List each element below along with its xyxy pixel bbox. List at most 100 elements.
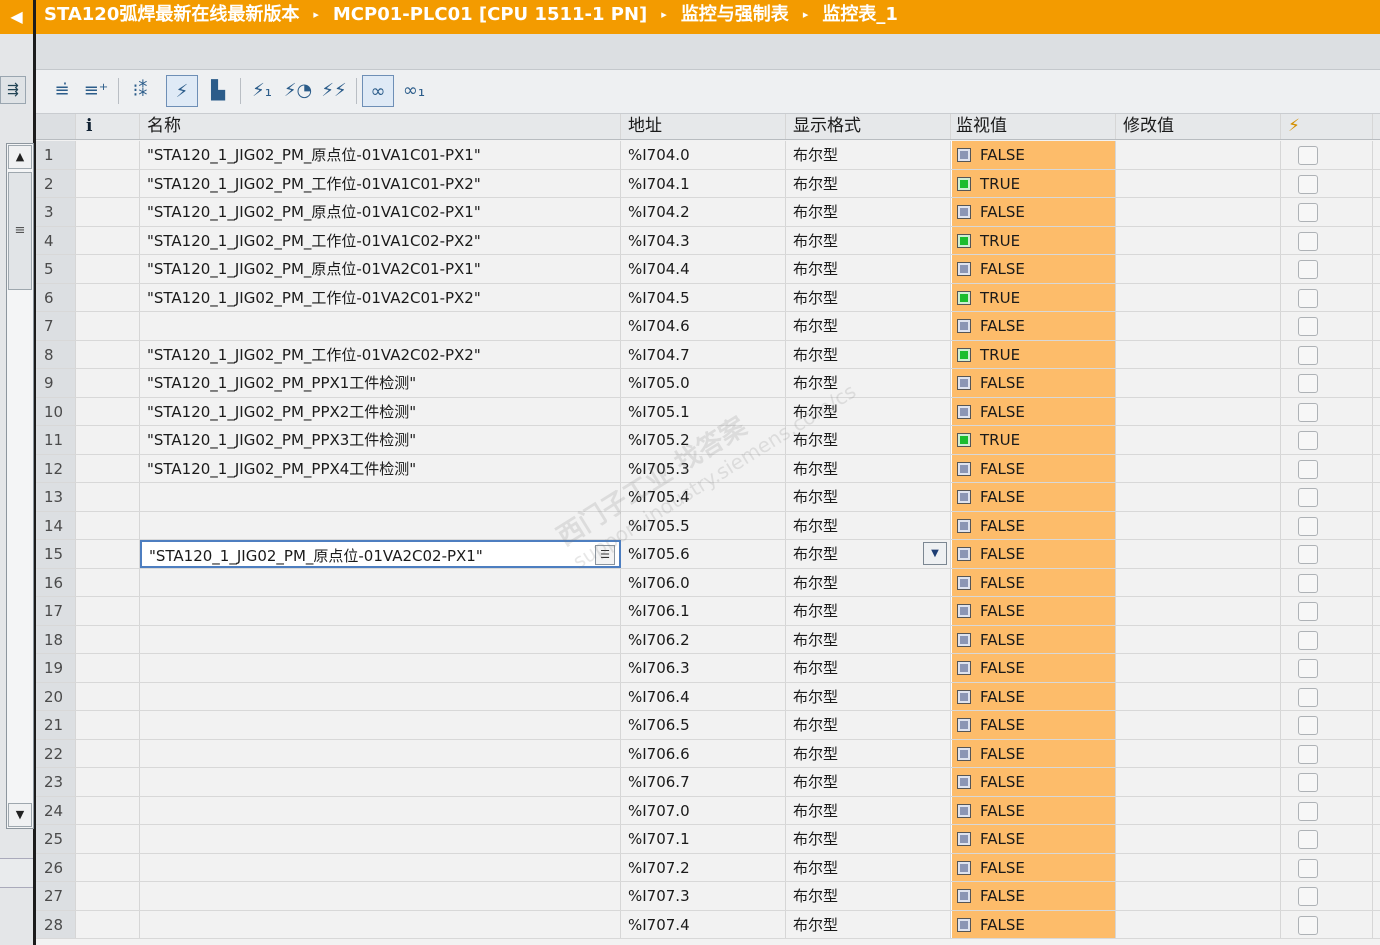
name-cell[interactable] <box>140 711 621 739</box>
force-checkbox[interactable] <box>1298 801 1318 821</box>
force-checkbox[interactable] <box>1298 858 1318 878</box>
format-cell[interactable]: 布尔型 <box>786 226 951 254</box>
format-cell[interactable]: 布尔型 <box>786 739 951 767</box>
modify-trigger-icon[interactable]: ⚡◔ <box>282 75 314 107</box>
row-number[interactable]: 3 <box>36 198 76 226</box>
force-checkbox[interactable] <box>1298 716 1318 735</box>
modify-value-cell[interactable] <box>1116 369 1281 397</box>
table-row[interactable]: 24 %I707.0 布尔型 FALSE <box>36 796 1380 825</box>
address-cell[interactable]: %I705.4 <box>621 483 786 511</box>
modify-value-cell[interactable] <box>1116 625 1281 653</box>
format-cell[interactable]: 布尔型 <box>786 169 951 197</box>
table-row[interactable]: 2 "STA120_1_JIG02_PM_工作位-01VA1C01-PX2" %I7… <box>36 169 1380 198</box>
address-cell[interactable]: %I706.7 <box>621 768 786 796</box>
name-cell[interactable] <box>140 853 621 881</box>
address-cell[interactable]: %I707.3 <box>621 882 786 910</box>
force-checkbox[interactable] <box>1298 773 1318 792</box>
row-number[interactable]: 14 <box>36 511 76 539</box>
header-modify-value[interactable]: 修改值 <box>1116 114 1281 139</box>
table-row[interactable]: 7 %I704.6 布尔型 FALSE <box>36 312 1380 341</box>
table-row[interactable]: 25 %I707.1 布尔型 FALSE <box>36 825 1380 854</box>
address-cell[interactable]: %I704.1 <box>621 169 786 197</box>
address-cell[interactable]: %I704.5 <box>621 283 786 311</box>
force-checkbox[interactable] <box>1298 887 1318 906</box>
name-cell[interactable]: "STA120_1_JIG02_PM_原点位-01VA2C01-PX1" <box>140 255 621 283</box>
address-cell[interactable]: %I706.1 <box>621 597 786 625</box>
name-cell[interactable] <box>140 768 621 796</box>
force-checkbox[interactable] <box>1298 231 1318 251</box>
row-number[interactable]: 24 <box>36 796 76 824</box>
row-number[interactable]: 26 <box>36 853 76 881</box>
name-cell[interactable] <box>140 625 621 653</box>
header-monitor-value[interactable]: 监视值 <box>951 114 1116 139</box>
force-icon[interactable]: ⚡⚡ <box>318 75 350 107</box>
vertical-scrollbar[interactable]: ▲ ≡ ▼ <box>6 143 34 829</box>
format-cell[interactable]: 布尔型 <box>786 483 951 511</box>
force-checkbox[interactable] <box>1298 459 1318 479</box>
breadcrumb-folder[interactable]: 监控与强制表 <box>681 4 789 25</box>
modify-value-cell[interactable] <box>1116 255 1281 283</box>
monitor-now-icon[interactable]: ∞₁ <box>398 75 430 107</box>
force-checkbox[interactable] <box>1298 402 1318 422</box>
panel-splitter[interactable] <box>0 858 33 888</box>
table-row[interactable]: 1 "STA120_1_JIG02_PM_原点位-01VA1C01-PX1" %I7… <box>36 141 1380 170</box>
row-number[interactable]: 1 <box>36 141 76 169</box>
force-checkbox[interactable] <box>1298 545 1318 564</box>
table-row[interactable]: 6 "STA120_1_JIG02_PM_工作位-01VA2C01-PX2" %I7… <box>36 283 1380 312</box>
table-row[interactable]: 23 %I706.7 布尔型 FALSE <box>36 768 1380 797</box>
row-number[interactable]: 21 <box>36 711 76 739</box>
row-number[interactable]: 10 <box>36 397 76 425</box>
force-checkbox[interactable] <box>1298 687 1318 707</box>
name-cell[interactable]: "STA120_1_JIG02_PM_工作位-01VA1C02-PX2" <box>140 226 621 254</box>
name-cell[interactable]: "STA120_1_JIG02_PM_原点位-01VA2C02-PX1" ☰ <box>140 540 621 568</box>
project-tree-icon[interactable]: ⇶ <box>0 76 26 104</box>
modify-value-cell[interactable] <box>1116 198 1281 226</box>
format-cell[interactable]: 布尔型 <box>786 654 951 682</box>
address-cell[interactable]: %I707.2 <box>621 853 786 881</box>
modify-value-cell[interactable] <box>1116 597 1281 625</box>
table-row[interactable]: 15 "STA120_1_JIG02_PM_原点位-01VA2C02-PX1" ☰%… <box>36 540 1380 569</box>
modify-value-cell[interactable] <box>1116 711 1281 739</box>
force-checkbox[interactable] <box>1298 345 1318 365</box>
force-checkbox[interactable] <box>1298 374 1318 393</box>
format-dropdown-icon[interactable]: ▼ <box>923 542 947 565</box>
format-cell[interactable]: 布尔型 <box>786 768 951 796</box>
name-cell[interactable] <box>140 568 621 596</box>
header-address[interactable]: 地址 <box>621 114 786 139</box>
table-row[interactable]: 10 "STA120_1_JIG02_PM_PPX2工件检测" %I705.1 布尔型… <box>36 397 1380 426</box>
modify-value-cell[interactable] <box>1116 739 1281 767</box>
row-number[interactable]: 16 <box>36 568 76 596</box>
table-row[interactable]: 14 %I705.5 布尔型 FALSE <box>36 511 1380 540</box>
address-cell[interactable]: %I706.6 <box>621 739 786 767</box>
name-cell[interactable] <box>140 682 621 710</box>
format-cell[interactable]: 布尔型 <box>786 198 951 226</box>
name-cell[interactable]: "STA120_1_JIG02_PM_PPX1工件检测" <box>140 369 621 397</box>
address-cell[interactable]: %I705.5 <box>621 511 786 539</box>
header-name[interactable]: 名称 <box>140 114 621 139</box>
force-checkbox[interactable] <box>1298 317 1318 336</box>
tag-browse-icon[interactable]: ☰ <box>595 545 615 565</box>
force-checkbox[interactable] <box>1298 516 1318 536</box>
name-cell[interactable]: "STA120_1_JIG02_PM_PPX2工件检测" <box>140 397 621 425</box>
table-row[interactable]: 26 %I707.2 布尔型 FALSE <box>36 853 1380 882</box>
force-checkbox[interactable] <box>1298 288 1318 308</box>
update-icon[interactable]: ⁝⁑ <box>124 75 156 107</box>
scroll-down-icon[interactable]: ▼ <box>8 803 32 827</box>
modify-value-cell[interactable] <box>1116 426 1281 454</box>
row-number[interactable]: 28 <box>36 910 76 938</box>
scroll-thumb[interactable]: ≡ <box>8 172 32 290</box>
table-row[interactable]: 3 "STA120_1_JIG02_PM_原点位-01VA1C02-PX1" %I7… <box>36 198 1380 227</box>
table-row[interactable]: 4 "STA120_1_JIG02_PM_工作位-01VA1C02-PX2" %I7… <box>36 226 1380 255</box>
address-cell[interactable]: %I707.0 <box>621 796 786 824</box>
address-cell[interactable]: %I704.4 <box>621 255 786 283</box>
table-row[interactable]: 20 %I706.4 布尔型 FALSE <box>36 682 1380 711</box>
format-cell[interactable]: 布尔型 <box>786 796 951 824</box>
modify-value-cell[interactable] <box>1116 568 1281 596</box>
table-row[interactable]: 27 %I707.3 布尔型 FALSE <box>36 882 1380 911</box>
name-cell[interactable] <box>140 654 621 682</box>
format-cell[interactable]: 布尔型 <box>786 511 951 539</box>
breadcrumb-project[interactable]: STA120弧焊最新在线最新版本 <box>44 4 299 25</box>
format-cell[interactable]: 布尔型 <box>786 711 951 739</box>
modify-value-cell[interactable] <box>1116 910 1281 938</box>
force-checkbox[interactable] <box>1298 431 1318 450</box>
